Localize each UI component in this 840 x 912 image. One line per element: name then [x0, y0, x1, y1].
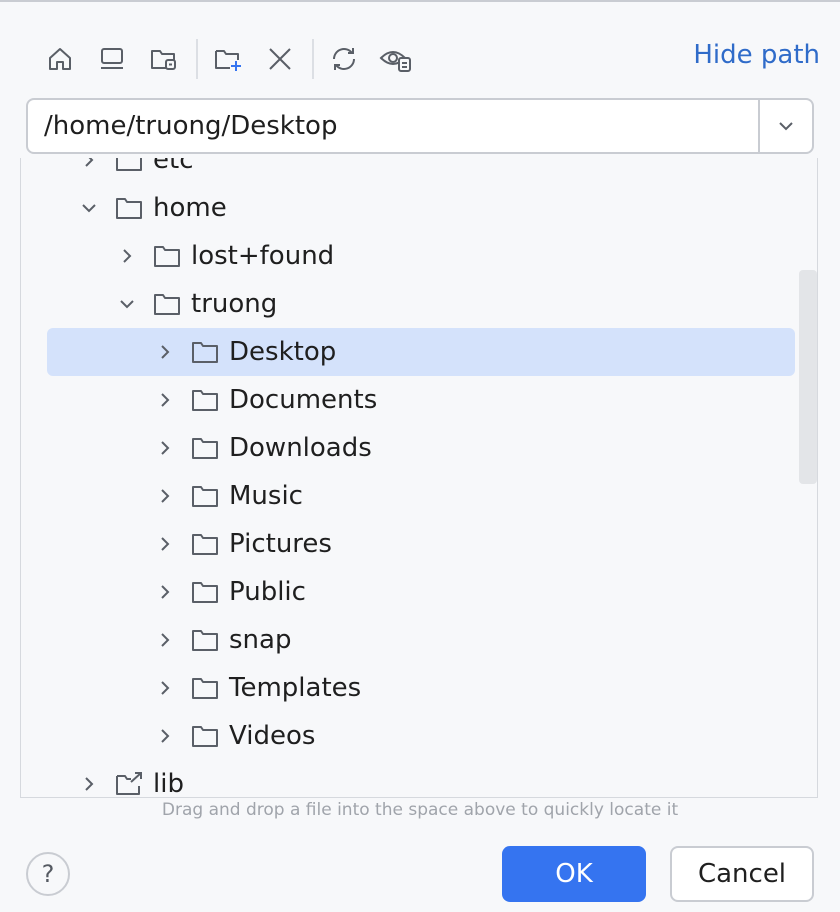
desktop-button[interactable] — [92, 39, 132, 79]
folder-icon — [191, 388, 219, 412]
home-icon — [49, 48, 71, 70]
tree-row-documents[interactable]: Documents — [47, 376, 795, 424]
chevron-right-icon[interactable] — [115, 244, 139, 268]
tree-scrollbar-thumb[interactable] — [799, 270, 817, 484]
tree-row-label: Public — [229, 577, 306, 607]
symlink-folder-icon — [115, 772, 143, 796]
chevron-right-icon[interactable] — [153, 484, 177, 508]
delete-icon — [269, 48, 291, 70]
help-button[interactable]: ? — [26, 852, 70, 896]
chevron-right-icon[interactable] — [153, 388, 177, 412]
show-hidden-button[interactable] — [376, 39, 416, 79]
tree-row-label: Templates — [229, 673, 362, 703]
chevron-right-icon[interactable] — [153, 340, 177, 364]
tree-row-label: etc — [153, 158, 194, 175]
tree-row-label: lib — [153, 769, 184, 798]
cancel-button[interactable]: Cancel — [670, 846, 814, 902]
folder-icon — [153, 292, 181, 316]
folder-icon — [115, 196, 143, 220]
tree-row-label: snap — [229, 625, 292, 655]
chevron-right-icon[interactable] — [153, 676, 177, 700]
tree-row-home[interactable]: home — [47, 184, 795, 232]
desktop-icon — [101, 48, 123, 69]
path-input[interactable] — [28, 100, 758, 152]
chevron-right-icon[interactable] — [153, 532, 177, 556]
tree-row-label: lost+found — [191, 241, 335, 271]
tree-row-label: Music — [229, 481, 303, 511]
project-folder-button[interactable] — [144, 39, 184, 79]
refresh-button[interactable] — [324, 39, 364, 79]
tree-row-downloads[interactable]: Downloads — [47, 424, 795, 472]
folder-icon — [191, 484, 219, 508]
choose-directory-dialog: Hide path lib Videos Templates snap Public Pi… — [0, 0, 840, 912]
refresh-icon — [333, 48, 355, 70]
folder-icon — [191, 628, 219, 652]
chevron-right-icon[interactable] — [153, 628, 177, 652]
tree-row-snap[interactable]: snap — [47, 616, 795, 664]
tree-row-label: home — [153, 193, 227, 223]
toolbar-separator — [312, 39, 314, 79]
ok-button[interactable]: OK — [502, 846, 646, 902]
folder-icon — [191, 580, 219, 604]
chevron-down-icon[interactable] — [77, 196, 101, 220]
tree-row-label: truong — [191, 289, 278, 319]
tree-row-label: Pictures — [229, 529, 332, 559]
chevron-right-icon[interactable] — [153, 724, 177, 748]
folder-icon — [191, 340, 219, 364]
tree-row-label: Downloads — [229, 433, 372, 463]
tree-row-videos[interactable]: Videos — [47, 712, 795, 760]
chevron-down-icon — [779, 122, 793, 131]
tree-row-desktop[interactable]: Desktop — [47, 328, 795, 376]
folder-icon — [191, 436, 219, 460]
tree-row-label: Videos — [229, 721, 316, 751]
tree-row-lib[interactable]: lib — [47, 760, 795, 798]
folder-icon — [153, 244, 181, 268]
folder-icon — [115, 158, 143, 172]
path-history-dropdown[interactable] — [758, 100, 812, 152]
tree-row-music[interactable]: Music — [47, 472, 795, 520]
tree-row-truong[interactable]: truong — [47, 280, 795, 328]
chevron-right-icon[interactable] — [77, 158, 101, 172]
show-hidden-icon — [379, 51, 411, 72]
tree-row-label: Desktop — [229, 337, 337, 367]
tree-row-label: Documents — [229, 385, 378, 415]
folder-icon — [191, 532, 219, 556]
chevron-down-icon[interactable] — [115, 292, 139, 316]
project-folder-icon — [151, 50, 176, 70]
tree-row-templates[interactable]: Templates — [47, 664, 795, 712]
drag-drop-hint: Drag and drop a file into the space abov… — [161, 800, 679, 820]
toolbar-separator — [196, 39, 198, 79]
folder-icon — [191, 676, 219, 700]
tree-row-etc[interactable]: etc — [47, 158, 795, 184]
path-combobox — [26, 98, 814, 154]
delete-button[interactable] — [260, 39, 300, 79]
hide-path-link[interactable]: Hide path — [693, 40, 820, 70]
home-button[interactable] — [40, 39, 80, 79]
directory-tree[interactable]: lib Videos Templates snap Public Pictures Musi… — [20, 158, 818, 798]
chevron-right-icon[interactable] — [77, 772, 101, 796]
chevron-right-icon[interactable] — [153, 436, 177, 460]
toolbar — [40, 36, 428, 82]
folder-icon — [191, 724, 219, 748]
tree-row-public[interactable]: Public — [47, 568, 795, 616]
chevron-right-icon[interactable] — [153, 580, 177, 604]
tree-row-pictures[interactable]: Pictures — [47, 520, 795, 568]
new-folder-button[interactable] — [208, 39, 248, 79]
new-folder-icon — [215, 50, 241, 71]
tree-row-lost-found[interactable]: lost+found — [47, 232, 795, 280]
